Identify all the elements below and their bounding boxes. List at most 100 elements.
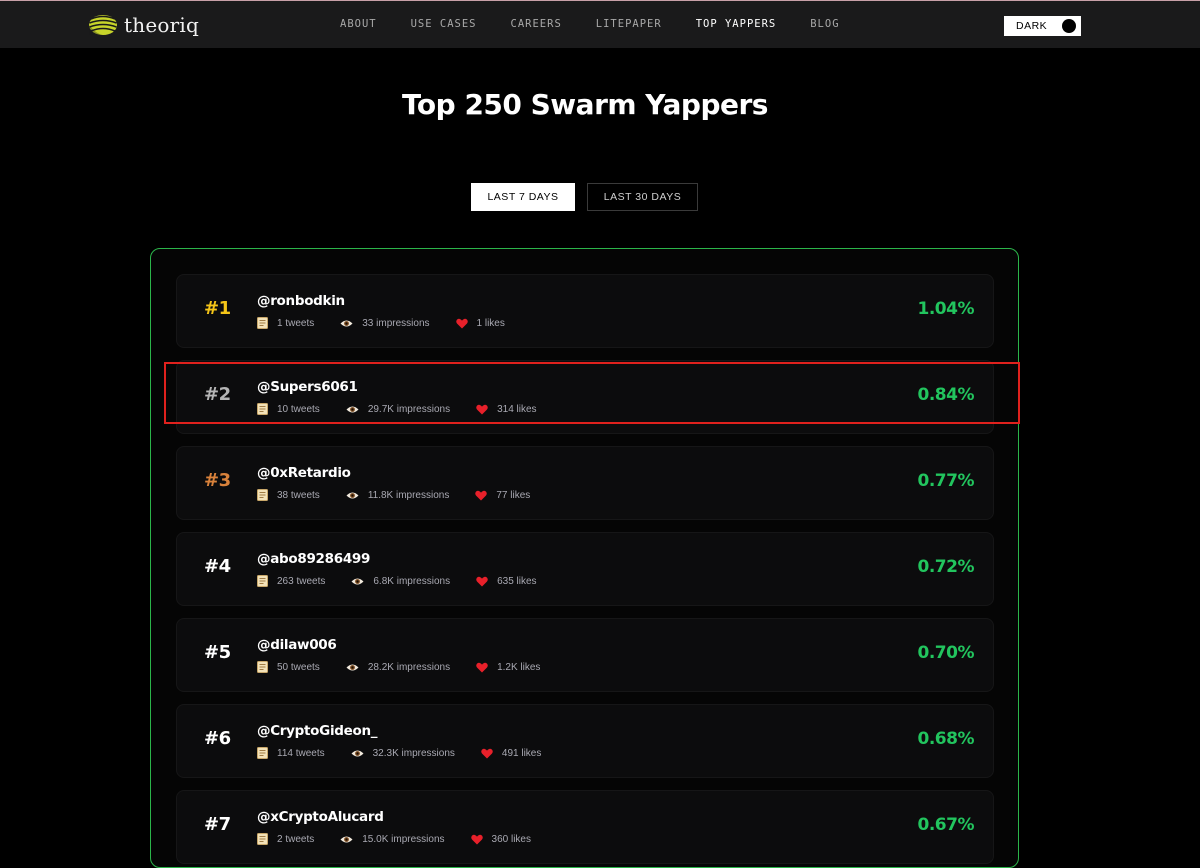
tab-last-7-days[interactable]: LAST 7 DAYS bbox=[471, 183, 575, 211]
user-handle[interactable]: @ronbodkin bbox=[257, 293, 345, 309]
leaderboard-row-5[interactable]: #5 @dilaw006 50 tweets 28.2K impressions bbox=[176, 618, 994, 692]
document-icon bbox=[257, 575, 268, 587]
likes-stat: 360 likes bbox=[470, 834, 531, 845]
heart-icon bbox=[476, 662, 488, 672]
share-percent: 0.70% bbox=[917, 643, 975, 663]
tweets-stat: 2 tweets bbox=[257, 833, 314, 845]
impressions-count: 6.8K impressions bbox=[373, 575, 451, 587]
user-stats: 263 tweets 6.8K impressions 635 likes bbox=[257, 574, 563, 588]
tweets-stat: 38 tweets bbox=[257, 489, 320, 501]
nav-link-use-cases[interactable]: USE CASES bbox=[411, 18, 477, 32]
tweets-stat: 50 tweets bbox=[257, 661, 320, 673]
impressions-stat: 29.7K impressions bbox=[346, 404, 450, 415]
tweets-count: 1 tweets bbox=[277, 317, 315, 329]
tweets-count: 263 tweets bbox=[277, 575, 326, 587]
likes-count: 635 likes bbox=[497, 575, 537, 587]
tweets-stat: 1 tweets bbox=[257, 317, 314, 329]
theme-toggle-label: DARK bbox=[1016, 20, 1048, 32]
impressions-count: 33 impressions bbox=[362, 317, 430, 329]
rank-number: #5 bbox=[204, 642, 231, 663]
user-handle[interactable]: @CryptoGideon_ bbox=[257, 723, 378, 739]
rank-number: #7 bbox=[204, 814, 231, 835]
period-tabs: LAST 7 DAYS LAST 30 DAYS bbox=[471, 183, 698, 211]
theoriq-logo-icon bbox=[89, 15, 117, 35]
tweets-count: 50 tweets bbox=[277, 661, 320, 673]
heart-icon bbox=[455, 318, 468, 328]
user-handle[interactable]: @Supers6061 bbox=[257, 379, 358, 395]
user-handle[interactable]: @0xRetardio bbox=[257, 465, 351, 481]
user-stats: 1 tweets 33 impressions 1 likes bbox=[257, 316, 531, 330]
impressions-count: 11.8K impressions bbox=[367, 489, 450, 501]
nav-link-careers[interactable]: CAREERS bbox=[511, 18, 562, 32]
leaderboard-row-6[interactable]: #6 @CryptoGideon_ 114 tweets 32.3K impre… bbox=[176, 704, 994, 778]
impressions-stat: 6.8K impressions bbox=[351, 576, 450, 587]
likes-count: 491 likes bbox=[501, 747, 542, 759]
share-percent: 0.77% bbox=[917, 471, 975, 491]
leaderboard-row-3[interactable]: #3 @0xRetardio 38 tweets 11.8K impressio… bbox=[176, 446, 994, 520]
heart-icon bbox=[476, 576, 488, 586]
heart-icon bbox=[476, 404, 488, 414]
heart-icon bbox=[470, 834, 483, 844]
rank-number: #2 bbox=[204, 384, 231, 405]
share-percent: 0.68% bbox=[917, 729, 975, 749]
impressions-stat: 28.2K impressions bbox=[346, 662, 450, 673]
user-handle[interactable]: @xCryptoAlucard bbox=[257, 809, 384, 825]
document-icon bbox=[257, 403, 268, 415]
impressions-count: 15.0K impressions bbox=[362, 833, 445, 845]
document-icon bbox=[257, 317, 268, 329]
tweets-stat: 114 tweets bbox=[257, 747, 325, 759]
impressions-count: 29.7K impressions bbox=[367, 403, 451, 415]
eye-icon bbox=[351, 750, 364, 756]
likes-stat: 1 likes bbox=[455, 318, 505, 329]
nav-link-about[interactable]: ABOUT bbox=[340, 18, 377, 32]
leaderboard-row-2[interactable]: #2 @Supers6061 10 tweets 29.7K impressio… bbox=[176, 360, 994, 434]
eye-icon bbox=[346, 664, 359, 670]
impressions-stat: 15.0K impressions bbox=[340, 833, 445, 845]
share-percent: 0.72% bbox=[917, 557, 975, 577]
nav-link-litepaper[interactable]: LITEPAPER bbox=[596, 18, 662, 32]
nav-link-top-yappers[interactable]: TOP YAPPERS bbox=[696, 18, 777, 32]
leaderboard-row-1[interactable]: #1 @ronbodkin 1 tweets 33 impressions 1 … bbox=[176, 274, 994, 348]
top-navbar: theoriq ABOUT USE CASES CAREERS LITEPAPE… bbox=[0, 1, 1200, 48]
theme-toggle[interactable]: DARK bbox=[1004, 16, 1081, 36]
nav-link-blog[interactable]: BLOG bbox=[810, 18, 839, 32]
tweets-stat: 263 tweets bbox=[257, 575, 325, 587]
eye-icon bbox=[346, 492, 359, 498]
document-icon bbox=[257, 747, 268, 759]
impressions-stat: 33 impressions bbox=[340, 317, 430, 329]
tab-last-30-days[interactable]: LAST 30 DAYS bbox=[587, 183, 698, 211]
likes-count: 1.2K likes bbox=[497, 661, 541, 673]
leaderboard-row-4[interactable]: #4 @abo89286499 263 tweets 6.8K impressi… bbox=[176, 532, 994, 606]
likes-stat: 491 likes bbox=[481, 748, 541, 759]
leaderboard-row-7[interactable]: #7 @xCryptoAlucard 2 tweets 15.0K impres… bbox=[176, 790, 994, 864]
nav-links: ABOUT USE CASES CAREERS LITEPAPER TOP YA… bbox=[340, 18, 874, 32]
user-stats: 10 tweets 29.7K impressions 314 likes bbox=[257, 402, 563, 416]
brand-logo[interactable]: theoriq bbox=[88, 13, 199, 37]
document-icon bbox=[257, 661, 268, 673]
eye-icon bbox=[340, 836, 353, 842]
tweets-count: 38 tweets bbox=[277, 489, 320, 501]
impressions-stat: 11.8K impressions bbox=[346, 489, 450, 501]
document-icon bbox=[257, 489, 268, 501]
rank-number: #4 bbox=[204, 556, 231, 577]
likes-count: 314 likes bbox=[497, 403, 537, 415]
user-handle[interactable]: @abo89286499 bbox=[257, 551, 370, 567]
rank-number: #6 bbox=[204, 728, 231, 749]
eye-icon bbox=[346, 406, 359, 412]
user-stats: 114 tweets 32.3K impressions 491 likes bbox=[257, 746, 567, 760]
user-stats: 50 tweets 28.2K impressions 1.2K likes bbox=[257, 660, 566, 674]
tweets-count: 2 tweets bbox=[277, 833, 315, 845]
rank-number: #3 bbox=[204, 470, 231, 491]
rank-number: #1 bbox=[204, 298, 231, 319]
document-icon bbox=[257, 833, 268, 845]
impressions-stat: 32.3K impressions bbox=[351, 748, 455, 759]
impressions-count: 28.2K impressions bbox=[367, 661, 451, 673]
page-title: Top 250 Swarm Yappers bbox=[402, 88, 768, 121]
user-handle[interactable]: @dilaw006 bbox=[257, 637, 337, 653]
impressions-count: 32.3K impressions bbox=[372, 747, 455, 759]
heart-icon bbox=[481, 748, 493, 758]
likes-stat: 77 likes bbox=[475, 490, 530, 501]
likes-stat: 314 likes bbox=[476, 403, 537, 415]
share-percent: 0.84% bbox=[917, 385, 975, 405]
tweets-count: 10 tweets bbox=[277, 403, 320, 415]
